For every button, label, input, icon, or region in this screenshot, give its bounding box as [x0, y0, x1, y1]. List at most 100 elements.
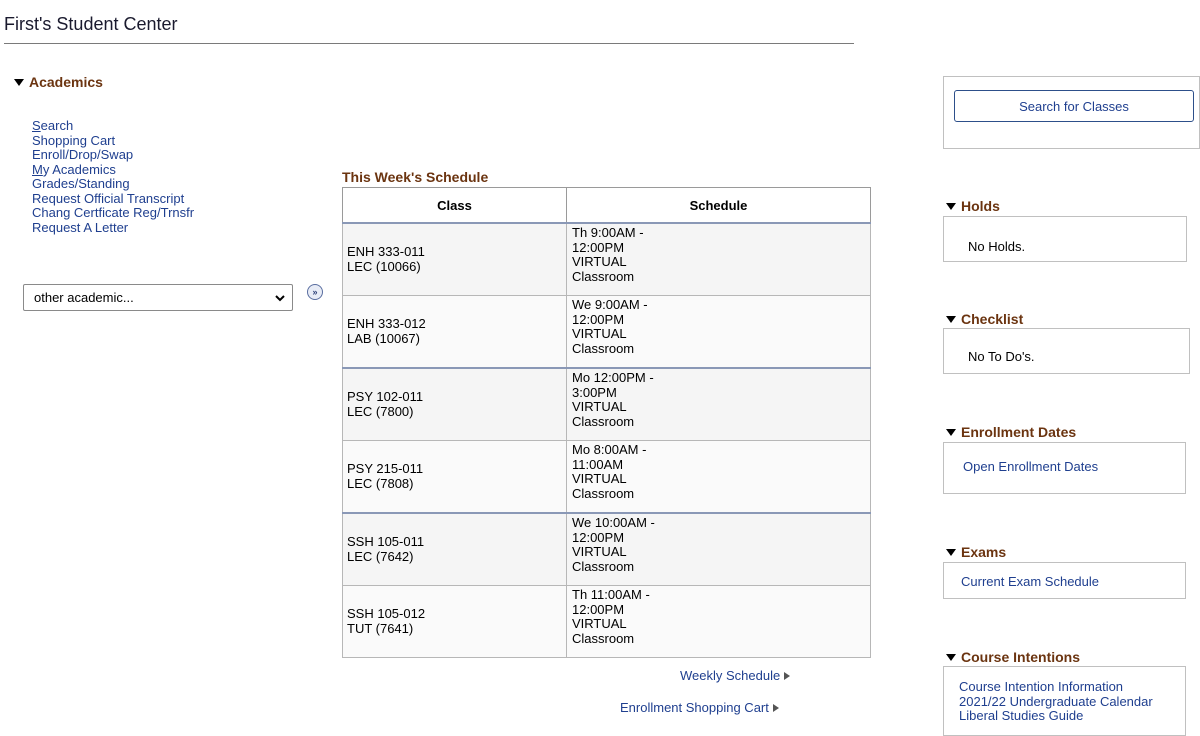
schedule-line: Classroom: [572, 558, 635, 574]
schedule-line: VIRTUAL: [572, 616, 627, 631]
open-enrollment-dates-link[interactable]: Open Enrollment Dates: [963, 459, 1098, 475]
schedule-line: Classroom: [572, 413, 635, 429]
class-line: ENH 333-011: [347, 244, 425, 259]
chevron-down-icon: [275, 295, 285, 302]
schedule-line: Mo 12:00PM -: [572, 370, 654, 385]
schedule-line: 12:00PM: [572, 239, 625, 255]
academics-link-my-academics[interactable]: My Academics: [32, 162, 194, 178]
search-for-classes-button[interactable]: Search for Classes: [954, 90, 1194, 122]
class-cell: SSH 105-011 LEC (7642): [342, 512, 567, 586]
checklist-header-label: Checklist: [961, 311, 1024, 327]
class-cell: ENH 333-012 LAB (10067): [342, 295, 567, 369]
schedule-line: 12:00PM: [572, 601, 625, 617]
schedule-cell: We 10:00AM -12:00PM VIRTUAL Classroom: [566, 512, 871, 586]
academics-header[interactable]: Academics: [14, 74, 103, 90]
class-cell: SSH 105-012 TUT (7641): [342, 585, 567, 658]
class-line: PSY 215-011: [347, 461, 424, 476]
checklist-header[interactable]: Checklist: [946, 311, 1023, 327]
schedule-line: 3:00PM: [572, 384, 617, 400]
table-row: PSY 102-011 LEC (7800) Mo 12:00PM -3:00PM V…: [342, 367, 871, 441]
page-title: First's Student Center: [4, 14, 854, 44]
schedule-line: VIRTUAL: [572, 326, 627, 341]
column-header-class: Class: [342, 187, 567, 224]
collapse-triangle-icon[interactable]: [946, 202, 956, 210]
class-cell: ENH 333-011 LEC (10066): [342, 222, 567, 296]
table-row: ENH 333-011 LEC (10066) Th 9:00AM -12:00PM…: [342, 222, 871, 296]
weekly-schedule-link[interactable]: Weekly Schedule: [680, 668, 791, 683]
class-cell: PSY 215-011 LEC (7808): [342, 440, 567, 514]
arrow-right-icon: [784, 671, 791, 680]
holds-header[interactable]: Holds: [946, 198, 1000, 214]
enrollment-shopping-cart-link[interactable]: Enrollment Shopping Cart: [620, 700, 779, 715]
collapse-triangle-icon[interactable]: [946, 548, 956, 556]
academics-link-grades-standing[interactable]: Grades/Standing: [32, 176, 194, 192]
schedule-line: 12:00PM: [572, 311, 625, 327]
table-row: SSH 105-012 TUT (7641) Th 11:00AM -12:00PM…: [342, 585, 871, 658]
course-intention-link[interactable]: Liberal Studies Guide: [959, 708, 1153, 724]
course-intention-link[interactable]: 2021/22 Undergraduate Calendar: [959, 694, 1153, 710]
class-line: SSH 105-012: [347, 606, 426, 621]
current-exam-schedule-link[interactable]: Current Exam Schedule: [961, 574, 1099, 590]
schedule-line: 11:00AM: [572, 456, 624, 472]
class-line: LEC (7800): [347, 403, 414, 419]
schedule-cell: Mo 12:00PM -3:00PM VIRTUAL Classroom: [566, 367, 871, 441]
collapse-triangle-icon[interactable]: [14, 78, 24, 86]
table-row: SSH 105-011 LEC (7642) We 10:00AM -12:00PM…: [342, 512, 871, 586]
academics-link-request-official-transcript[interactable]: Request Official Transcript: [32, 191, 194, 207]
class-line: LEC (7808): [347, 475, 414, 491]
schedule-title: This Week's Schedule: [342, 169, 489, 185]
collapse-triangle-icon[interactable]: [946, 653, 956, 661]
schedule-line: VIRTUAL: [572, 254, 627, 269]
class-cell: PSY 102-011 LEC (7800): [342, 367, 567, 441]
class-line: ENH 333-012: [347, 316, 426, 331]
holds-text: No Holds.: [968, 239, 1026, 254]
schedule-line: We 10:00AM -: [572, 515, 655, 530]
checklist-text: No To Do's.: [968, 349, 1035, 364]
column-header-schedule: Schedule: [566, 187, 871, 224]
table-row: ENH 333-012 LAB (10067) We 9:00AM -12:00PM…: [342, 295, 871, 369]
double-chevron-right-icon: »: [312, 287, 318, 297]
schedule-line: Mo 8:00AM -: [572, 442, 647, 457]
table-row: PSY 215-011 LEC (7808) Mo 8:00AM -11:00AM V…: [342, 440, 871, 514]
schedule-line: Classroom: [572, 268, 635, 284]
academics-link-request-a-letter[interactable]: Request A Letter: [32, 220, 194, 236]
collapse-triangle-icon[interactable]: [946, 315, 956, 323]
class-line: TUT (7641): [347, 620, 414, 636]
academics-link-search[interactable]: Search: [32, 118, 194, 134]
schedule-line: Classroom: [572, 630, 635, 646]
schedule-cell: Mo 8:00AM -11:00AM VIRTUAL Classroom: [566, 440, 871, 514]
schedule-line: Th 9:00AM -: [572, 225, 644, 240]
schedule-line: VIRTUAL: [572, 544, 627, 559]
class-line: PSY 102-011: [347, 389, 424, 404]
academics-link-chang-certficate-reg-trnsfr[interactable]: Chang Certficate Reg/Trnsfr: [32, 205, 194, 221]
go-button[interactable]: »: [307, 284, 323, 300]
exams-header[interactable]: Exams: [946, 544, 1006, 560]
enrollment-dates-header-label: Enrollment Dates: [961, 424, 1077, 440]
enrollment-dates-header[interactable]: Enrollment Dates: [946, 424, 1076, 440]
course-intentions-header[interactable]: Course Intentions: [946, 649, 1080, 665]
academics-link-enroll-drop-swap[interactable]: Enroll/Drop/Swap: [32, 147, 194, 163]
schedule-line: We 9:00AM -: [572, 297, 648, 312]
enrollment-shopping-cart-label: Enrollment Shopping Cart: [620, 700, 769, 715]
class-line: LEC (7642): [347, 548, 414, 564]
class-line: SSH 105-011: [347, 534, 425, 549]
holds-header-label: Holds: [961, 198, 1000, 214]
schedule-line: VIRTUAL: [572, 471, 627, 486]
other-academic-select[interactable]: other academic...: [23, 284, 293, 311]
schedule-line: 12:00PM: [572, 529, 625, 545]
schedule-line: Classroom: [572, 485, 635, 501]
schedule-line: VIRTUAL: [572, 399, 627, 414]
course-intention-link[interactable]: Course Intention Information: [959, 679, 1153, 695]
other-academic-select-value: other academic...: [34, 290, 134, 305]
schedule-line: Classroom: [572, 340, 635, 356]
schedule-line: Th 11:00AM -: [572, 587, 650, 602]
collapse-triangle-icon[interactable]: [946, 428, 956, 436]
schedule-cell: Th 9:00AM -12:00PM VIRTUAL Classroom: [566, 222, 871, 296]
schedule-cell: Th 11:00AM -12:00PM VIRTUAL Classroom: [566, 585, 871, 658]
course-intentions-header-label: Course Intentions: [961, 649, 1081, 665]
exams-header-label: Exams: [961, 544, 1007, 560]
academics-link-shopping-cart[interactable]: Shopping Cart: [32, 133, 194, 149]
weekly-schedule-label: Weekly Schedule: [680, 668, 781, 683]
course-intentions-links: Course Intention Information 2021/22 Unde…: [959, 679, 1153, 724]
schedule-cell: We 9:00AM -12:00PM VIRTUAL Classroom: [566, 295, 871, 369]
